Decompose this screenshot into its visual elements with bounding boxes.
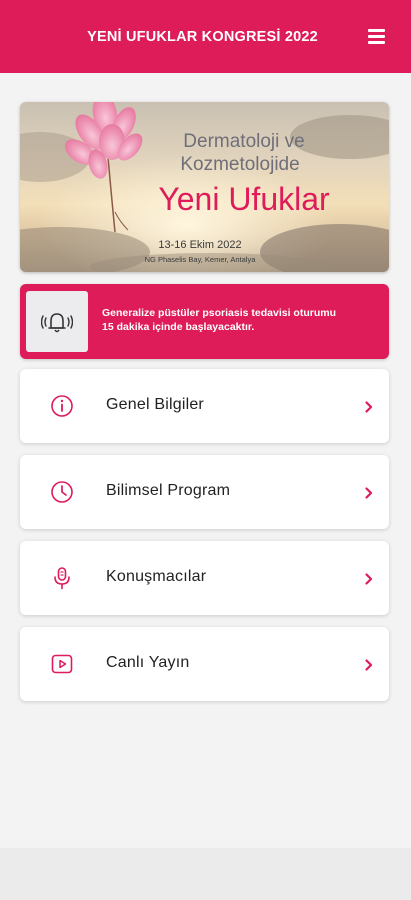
congress-banner: Dermatoloji ve Kozmetolojide Yeni Ufukla… [20, 102, 389, 272]
banner-dates: 13-16 Ekim 2022 [158, 239, 241, 251]
chevron-right-icon [364, 658, 374, 671]
banner-headline: Yeni Ufuklar [158, 181, 330, 217]
session-notification[interactable]: Generalize püstüler psoriasis tedavisi o… [20, 284, 389, 359]
menu-item-canli-yayin[interactable]: Canlı Yayın [20, 627, 389, 701]
notification-line1: Generalize püstüler psoriasis tedavisi o… [102, 307, 336, 319]
menu-item-label: Canlı Yayın [106, 654, 190, 671]
chevron-right-icon [364, 572, 374, 585]
play-icon [50, 652, 74, 676]
hamburger-menu-button[interactable] [365, 26, 391, 48]
app-header: YENİ UFUKLAR KONGRESİ 2022 [0, 0, 411, 73]
notification-line2: 15 dakika içinde başlayacaktır. [102, 321, 255, 333]
menu-item-konusmacilar[interactable]: Konuşmacılar [20, 541, 389, 615]
notification-text: Generalize püstüler psoriasis tedavisi o… [102, 306, 384, 334]
info-icon [50, 394, 74, 418]
menu-item-label: Genel Bilgiler [106, 396, 204, 413]
menu-item-label: Bilimsel Program [106, 482, 231, 499]
menu-item-bilimsel-program[interactable]: Bilimsel Program [20, 455, 389, 529]
microphone-icon [50, 566, 74, 590]
banner-line1: Dermatoloji ve [183, 131, 304, 152]
notification-icon-box [26, 291, 88, 352]
chevron-right-icon [364, 400, 374, 413]
banner-line2: Kozmetolojide [180, 154, 299, 175]
clock-icon [50, 480, 74, 504]
chevron-right-icon [364, 486, 374, 499]
menu-item-label: Konuşmacılar [106, 568, 207, 585]
banner-venue: NG Phaselis Bay, Kemer, Antalya [145, 255, 257, 264]
menu-item-genel-bilgiler[interactable]: Genel Bilgiler [20, 369, 389, 443]
app-title: YENİ UFUKLAR KONGRESİ 2022 [87, 29, 318, 45]
